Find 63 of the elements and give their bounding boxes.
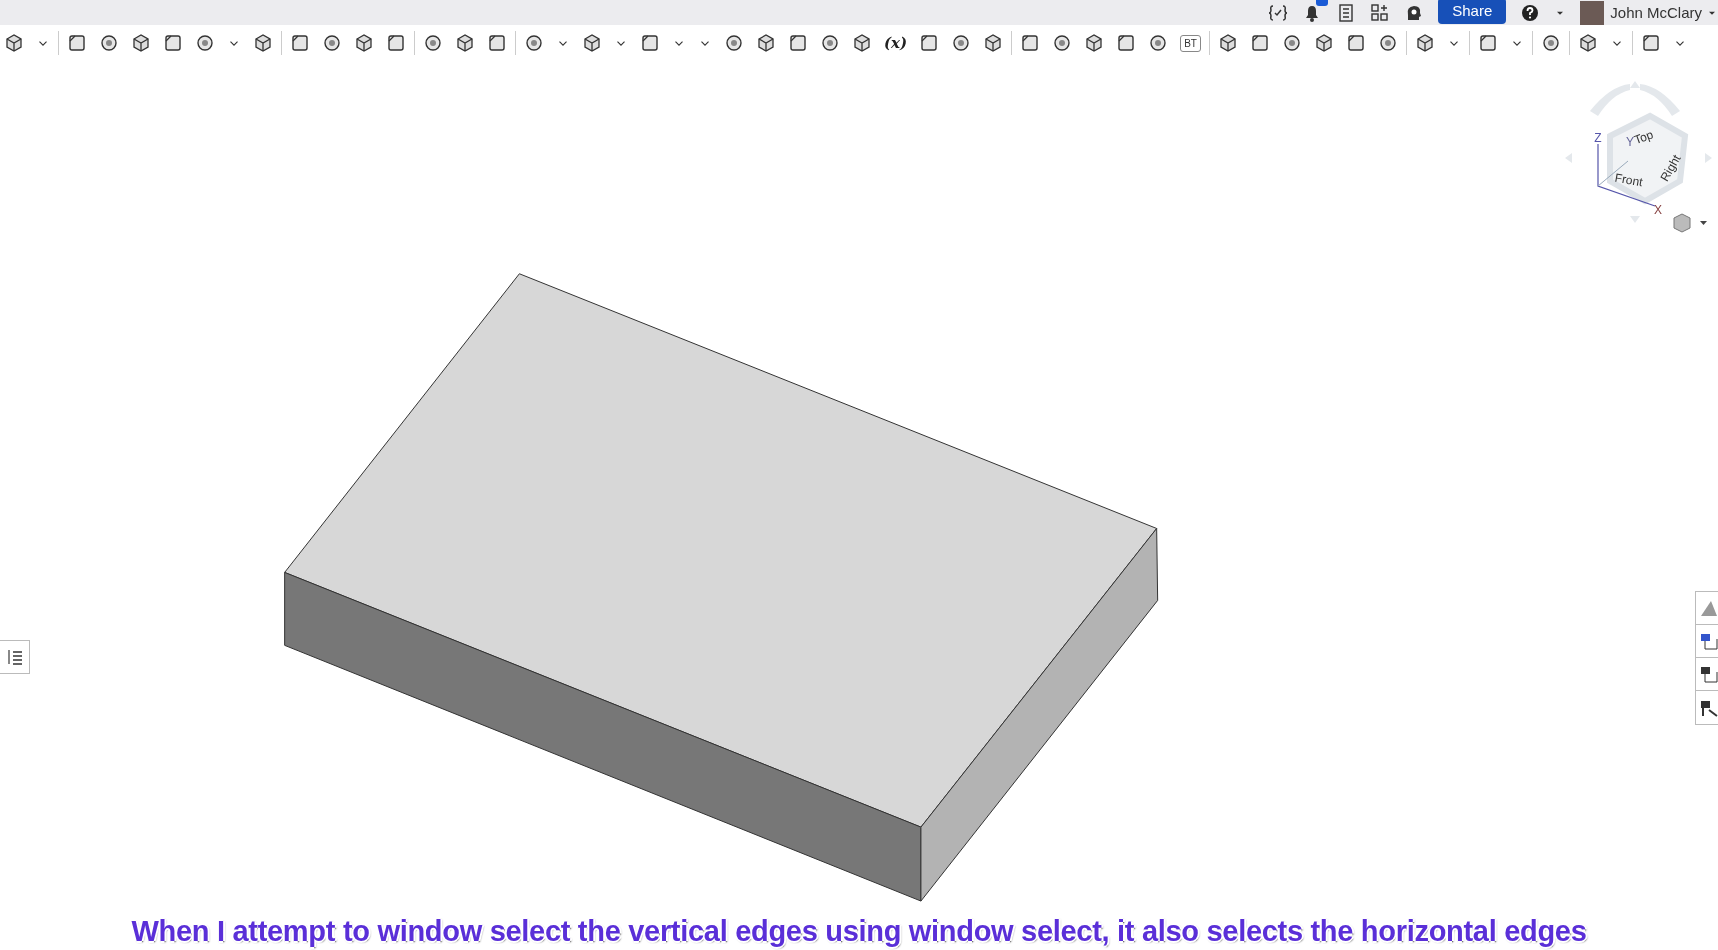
axis-label: Z (1594, 131, 1602, 145)
square-icon[interactable] (1249, 33, 1270, 53)
circle-icon[interactable] (99, 33, 119, 53)
variable-button[interactable]: (x) (884, 34, 908, 52)
cube-icon[interactable] (852, 33, 872, 53)
circle-icon[interactable] (1377, 33, 1398, 53)
circle-icon[interactable] (951, 33, 972, 53)
cube-icon[interactable] (455, 33, 475, 53)
notification-badge (1316, 0, 1329, 6)
cube-icon[interactable] (253, 33, 273, 53)
cube-icon[interactable] (1217, 33, 1238, 53)
square-icon[interactable] (290, 33, 310, 53)
avatar-placeholder[interactable] (1580, 0, 1605, 25)
cube-icon[interactable] (131, 33, 151, 53)
circle-icon[interactable] (1540, 33, 1561, 53)
cube-icon[interactable] (1577, 33, 1598, 53)
cube-icon[interactable] (1084, 33, 1105, 53)
list-button[interactable] (0, 640, 30, 674)
square-icon[interactable] (1116, 33, 1137, 53)
caption-text: When I attempt to window select the vertical edges using window select, it also selects the horizontal edges (130, 915, 1588, 948)
cube-icon[interactable] (354, 33, 374, 53)
axis-label: X (1654, 203, 1662, 217)
square-icon[interactable] (788, 33, 808, 53)
square-icon[interactable] (1477, 33, 1498, 53)
square-icon[interactable] (640, 33, 660, 53)
axis-label: Y (1626, 135, 1634, 149)
help-icon[interactable] (1520, 2, 1541, 23)
square-icon[interactable] (1345, 33, 1366, 53)
circle-icon[interactable] (524, 33, 544, 53)
circle-icon[interactable] (1281, 33, 1302, 53)
square-icon[interactable] (1640, 33, 1661, 53)
caret-icon[interactable] (1700, 221, 1707, 225)
share-button[interactable]: Share (1438, 0, 1507, 24)
square-icon[interactable] (1020, 33, 1041, 53)
grid-cube-icon (1699, 664, 1718, 684)
cube-icon[interactable] (4, 33, 24, 53)
square-icon[interactable] (487, 33, 507, 53)
circle-icon[interactable] (820, 33, 840, 53)
cube-icon[interactable] (582, 33, 602, 53)
square-icon[interactable] (919, 33, 940, 53)
cube-icon[interactable] (756, 33, 776, 53)
square-icon[interactable] (163, 33, 183, 53)
box-model-drawing[interactable] (284, 273, 1159, 902)
circle-icon[interactable] (322, 33, 342, 53)
square-icon[interactable] (386, 33, 406, 53)
braces-check-icon[interactable] (1268, 2, 1289, 23)
bt-button[interactable]: BT (1180, 34, 1201, 52)
grid-cube-icon (1699, 631, 1718, 651)
shaded-cube-icon[interactable] (1673, 213, 1691, 233)
circle-icon[interactable] (724, 33, 744, 53)
cube-icon[interactable] (1414, 33, 1435, 53)
cube-face-label[interactable]: Front (1613, 170, 1644, 190)
circle-icon[interactable] (1052, 33, 1073, 53)
cube-face-label[interactable]: Top (1632, 127, 1656, 148)
cube-icon[interactable] (983, 33, 1004, 53)
circle-icon[interactable] (1148, 33, 1169, 53)
circle-icon[interactable] (423, 33, 443, 53)
square-icon[interactable] (67, 33, 87, 53)
cube-icon[interactable] (1313, 33, 1334, 53)
grid-plus-icon[interactable] (1370, 2, 1391, 23)
user-name[interactable]: John McClary (1610, 4, 1702, 21)
circle-icon[interactable] (195, 33, 215, 53)
view-cube-drawing[interactable] (1607, 112, 1689, 205)
